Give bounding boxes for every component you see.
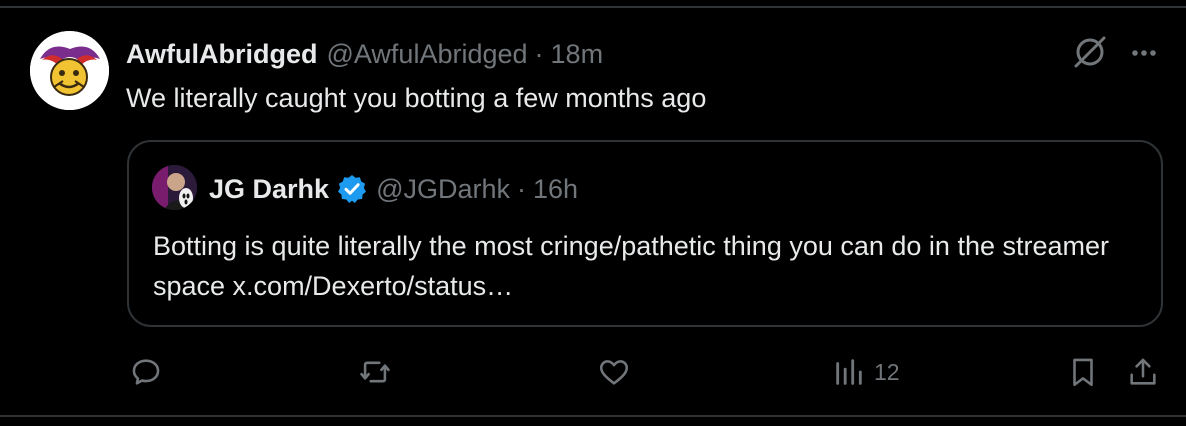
reply-icon	[132, 359, 160, 385]
avatar-image	[30, 31, 109, 110]
author-avatar[interactable]	[30, 31, 109, 110]
tweet-header: AwfulAbridged @AwfulAbridged · 18m	[126, 36, 603, 72]
quoted-author-avatar[interactable]	[152, 165, 197, 210]
quoted-avatar-image	[152, 165, 197, 210]
quoted-tweet-text: Botting is quite literally the most crin…	[153, 231, 1110, 301]
top-divider	[0, 6, 1186, 8]
more-icon[interactable]	[1127, 36, 1161, 70]
quoted-tweet-header: JG Darhk @JGDarhk · 16h	[209, 171, 578, 207]
repost-button[interactable]	[358, 352, 400, 392]
author-name[interactable]: AwfulAbridged	[126, 39, 318, 70]
verified-badge-icon	[338, 175, 367, 203]
like-icon	[599, 360, 629, 385]
tweet-text: We literally caught you botting a few mo…	[126, 83, 707, 113]
quoted-separator-dot: ·	[517, 173, 526, 204]
bottom-divider	[0, 415, 1186, 417]
quoted-author-name[interactable]: JG Darhk	[209, 174, 329, 205]
quoted-author-handle[interactable]: @JGDarhk	[376, 174, 510, 205]
grok-icon[interactable]	[1071, 33, 1109, 71]
repost-icon	[360, 361, 390, 383]
separator-dot: ·	[534, 38, 544, 69]
author-handle[interactable]: @AwfulAbridged	[327, 39, 528, 70]
like-button[interactable]	[597, 352, 639, 392]
quoted-tweet-time[interactable]: 16h	[533, 174, 578, 205]
share-icon	[1130, 358, 1156, 385]
reply-button[interactable]	[129, 352, 171, 392]
bookmark-button[interactable]	[1066, 352, 1100, 392]
tweet-time[interactable]: 18m	[551, 39, 604, 70]
quoted-tweet[interactable]: JG Darhk @JGDarhk · 16h Botting is quite…	[127, 140, 1163, 327]
share-button[interactable]	[1126, 352, 1160, 392]
bookmark-icon	[1073, 358, 1093, 387]
views-button[interactable]: 12	[832, 352, 900, 392]
views-icon	[836, 359, 862, 385]
views-count: 12	[874, 358, 900, 385]
